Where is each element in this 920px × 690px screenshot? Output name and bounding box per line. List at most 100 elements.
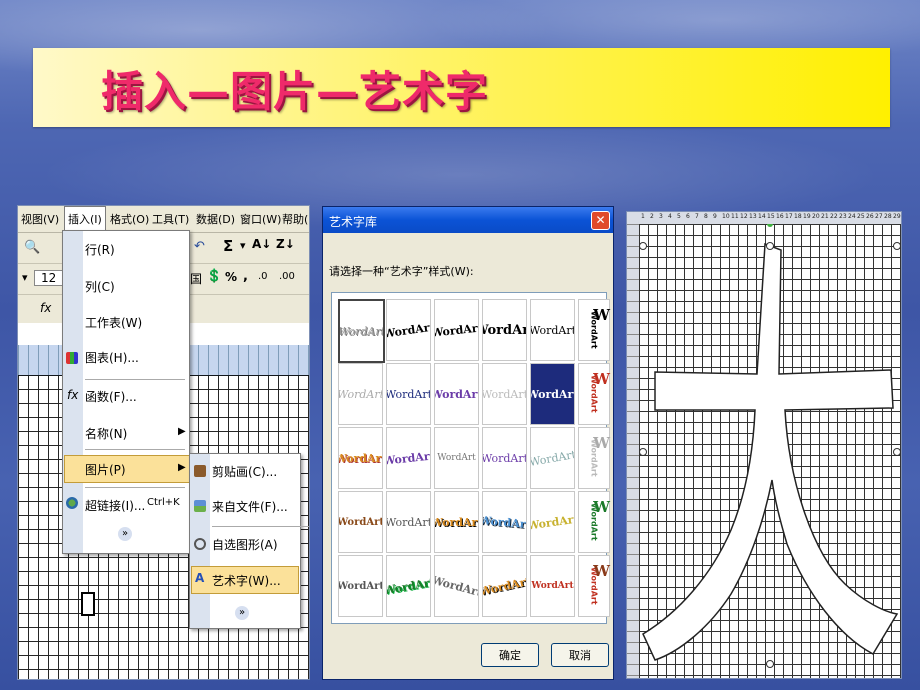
ruler-label: 6 (686, 213, 690, 220)
wordart-style-option[interactable]: WordArt (386, 555, 431, 617)
wordart-style-option[interactable]: WordArt (530, 491, 575, 553)
wordart-style-option[interactable]: WordArt (482, 299, 527, 361)
cancel-button[interactable]: 取消 (551, 643, 609, 667)
wordart-style-option[interactable]: WordArt (434, 555, 479, 617)
submenu-item-wordart[interactable]: 艺术字(W)... (212, 572, 281, 589)
sort-ascending-icon[interactable]: A↓ (252, 237, 271, 251)
wordart-style-option[interactable]: WordArt (338, 491, 383, 553)
wordart-style-option[interactable]: WordArt (482, 555, 527, 617)
shortcut-label: Ctrl+K (147, 497, 180, 508)
fx-icon[interactable]: fx (40, 301, 51, 315)
ruler-label: 19 (803, 213, 811, 220)
wordart-style-option[interactable]: WordArt (434, 363, 479, 425)
autosum-dropdown-icon[interactable]: ▾ (240, 239, 246, 252)
ruler-label: 24 (848, 213, 856, 220)
wordart-w-sample: W (593, 562, 610, 580)
wordart-style-option[interactable]: WordArt (530, 427, 575, 489)
increase-decimal-icon[interactable]: .0 (258, 271, 268, 282)
menu-help[interactable]: 帮助( (282, 211, 308, 227)
menu-item-column[interactable]: 列(C) (85, 278, 115, 295)
autosum-icon[interactable]: Σ (223, 237, 233, 255)
wordart-style-option[interactable]: WordArt (434, 299, 479, 361)
wordart-style-option[interactable]: WordArt (434, 491, 479, 553)
wordart-style-option[interactable]: WordArt (338, 427, 383, 489)
undo-icon[interactable]: ↶ (194, 239, 205, 254)
wordart-sample-text: WordArt (339, 451, 382, 465)
merge-center-icon[interactable]: 国 (190, 270, 202, 287)
ruler-label: 3 (659, 213, 663, 220)
menu-item-name[interactable]: 名称(N) (85, 425, 127, 442)
menu-item-hyperlink[interactable]: 超链接(I)... (85, 497, 145, 514)
wordart-style-option[interactable]: WordArt (482, 427, 527, 489)
expand-menu-icon[interactable]: » (118, 527, 132, 541)
submenu-item-autoshape[interactable]: 自选图形(A) (212, 536, 278, 553)
ruler-label: 11 (731, 213, 739, 220)
wordart-w-sample: W (593, 306, 610, 324)
font-size-dropdown-icon[interactable]: ▾ (22, 271, 28, 284)
menu-insert[interactable]: 插入(I) (64, 206, 106, 233)
ruler-label: 21 (821, 213, 829, 220)
active-cell[interactable] (81, 592, 95, 616)
ruler-label: 4 (668, 213, 672, 220)
wordart-style-option[interactable]: WordArt (530, 299, 575, 361)
wordart-sample-text: WordArt (531, 581, 574, 591)
close-icon[interactable]: ✕ (591, 211, 610, 230)
menu-item-chart[interactable]: 图表(H)... (85, 349, 139, 366)
menu-item-picture[interactable]: 图片(P) (85, 461, 126, 478)
menu-item-function[interactable]: 函数(F)... (85, 388, 137, 405)
ruler-label: 1 (641, 213, 645, 220)
comma-icon[interactable]: , (243, 269, 248, 284)
ruler-label: 8 (704, 213, 708, 220)
percent-icon[interactable]: % (225, 270, 237, 284)
font-size-field[interactable]: 12 (34, 270, 64, 286)
menu-bar: 视图(V) 插入(I) 格式(O) 工具(T) 数据(D) 窗口(W) 帮助( (18, 206, 309, 233)
wordart-vertical-style-option[interactable]: WordArt W (578, 491, 610, 553)
wordart-style-option[interactable]: WordArt (530, 363, 575, 425)
expand-submenu-icon[interactable]: » (235, 606, 249, 620)
ruler-label: 12 (740, 213, 748, 220)
menu-item-picture-highlight[interactable] (64, 455, 190, 483)
wordart-style-option[interactable]: WordArt (386, 363, 431, 425)
wordart-style-option[interactable]: WordArt (386, 299, 431, 361)
ok-button[interactable]: 确定 (481, 643, 539, 667)
wordart-style-option[interactable]: WordArt (482, 491, 527, 553)
menu-format[interactable]: 格式(O) (110, 211, 149, 227)
wordart-w-sample: W (593, 370, 610, 388)
decrease-decimal-icon[interactable]: .00 (279, 271, 295, 282)
menu-data[interactable]: 数据(D) (196, 211, 235, 227)
function-icon: fx (67, 388, 79, 402)
currency-icon[interactable]: 💲 (206, 269, 222, 284)
print-preview-icon[interactable]: 🔍 (24, 240, 40, 255)
wordart-style-option[interactable]: WordArt (386, 427, 431, 489)
menu-item-worksheet[interactable]: 工作表(W) (85, 314, 142, 331)
submenu-item-clipart[interactable]: 剪贴画(C)... (212, 463, 277, 480)
wordart-character-shape[interactable] (639, 224, 901, 678)
wordart-style-option[interactable]: WordArt (482, 363, 527, 425)
menu-view[interactable]: 视图(V) (21, 211, 59, 227)
wordart-style-option[interactable]: WordArt (338, 299, 385, 363)
ruler-label: 27 (875, 213, 883, 220)
menu-item-row[interactable]: 行(R) (85, 241, 115, 258)
wordart-w-sample: W (593, 434, 610, 452)
wordart-vertical-style-option[interactable]: WordArt W (578, 299, 610, 361)
sort-descending-icon[interactable]: Z↓ (276, 237, 295, 251)
menu-window[interactable]: 窗口(W) (240, 211, 281, 227)
wordart-style-option[interactable]: WordArt (338, 555, 383, 617)
ruler-label: 10 (722, 213, 730, 220)
ruler-label: 25 (857, 213, 865, 220)
wordart-icon: A (195, 571, 205, 585)
menu-tools[interactable]: 工具(T) (152, 211, 189, 227)
wordart-style-option[interactable]: WordArt (386, 491, 431, 553)
wordart-gallery-dialog: 艺术字库 ✕ 请选择一种“艺术字”样式(W): WordArt WordArt Wo… (322, 206, 614, 680)
wordart-vertical-style-option[interactable]: WordArt W (578, 363, 610, 425)
wordart-vertical-style-option[interactable]: WordArt W (578, 427, 610, 489)
wordart-vertical-style-option[interactable]: WordArt W (578, 555, 610, 617)
wordart-sample-text: WordArt (435, 515, 478, 529)
ruler-label: 5 (677, 213, 681, 220)
wordart-style-option[interactable]: WordArt (434, 427, 479, 489)
wordart-style-option[interactable]: WordArt (530, 555, 575, 617)
submenu-item-from-file[interactable]: 来自文件(F)... (212, 498, 288, 515)
excel-screenshot: 视图(V) 插入(I) 格式(O) 工具(T) 数据(D) 窗口(W) 帮助( … (17, 205, 310, 680)
wordart-sample-text: WordArt (386, 319, 431, 341)
wordart-style-option[interactable]: WordArt (338, 363, 383, 425)
